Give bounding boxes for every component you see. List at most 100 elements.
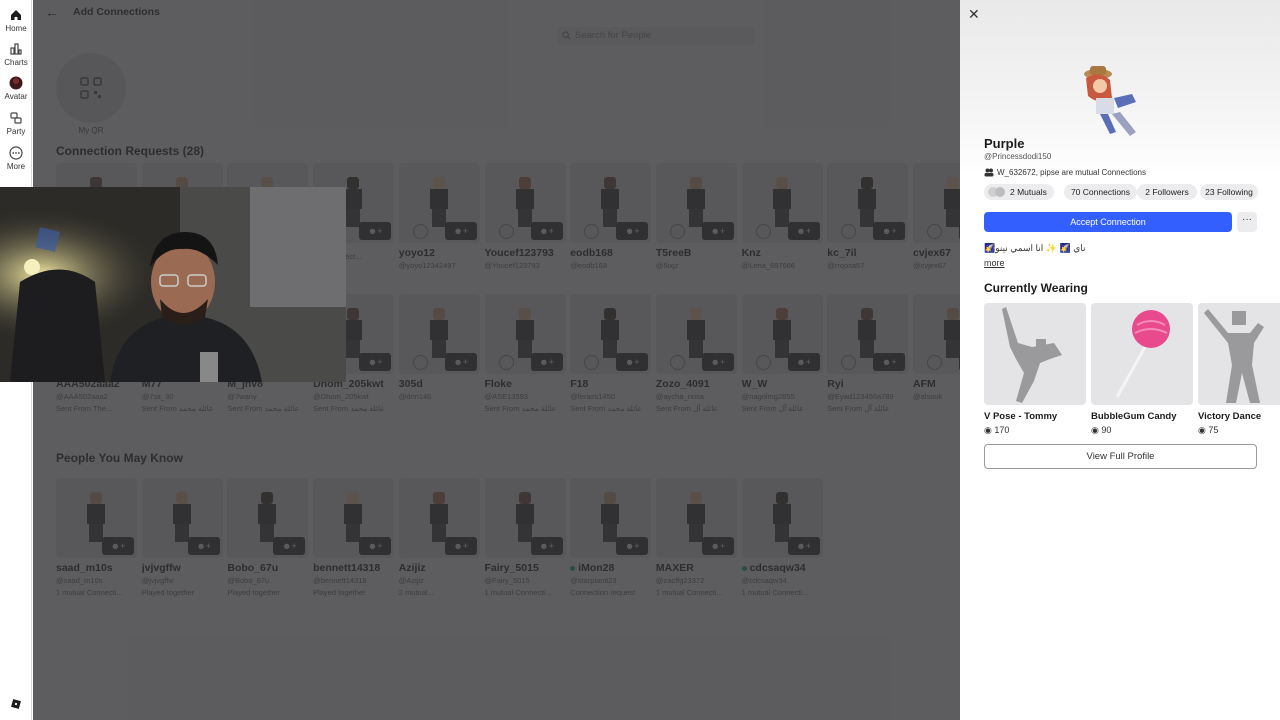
accept-connection-icon[interactable]: ☻+ xyxy=(444,222,477,240)
add-connection-icon[interactable]: ☻+ xyxy=(102,537,134,555)
nav-avatar[interactable]: Avatar xyxy=(0,76,32,101)
avatar-thumbnail[interactable]: ☻+ xyxy=(570,294,652,374)
connection-request-card[interactable]: ☻+ Zozo_4091 @aycha_nosa Sent From عائلة آل xyxy=(655,294,737,413)
accept-connection-icon[interactable]: ☻+ xyxy=(616,353,649,371)
more-options-button[interactable]: ··· xyxy=(1237,212,1257,232)
connections-pill[interactable]: 70 Connections xyxy=(1064,184,1137,200)
avatar-thumbnail[interactable]: ☻+ xyxy=(227,478,309,558)
suggestion-card[interactable]: ☻+ Azijiz @Azijiz 2 mutual... xyxy=(398,478,480,597)
avatar-thumbnail[interactable]: ☻+ xyxy=(741,478,823,558)
avatar-thumbnail[interactable]: ☻+ xyxy=(398,294,480,374)
avatar-thumbnail[interactable]: ☻+ xyxy=(484,163,566,243)
accept-connection-icon[interactable]: ☻+ xyxy=(701,353,734,371)
add-connection-icon[interactable]: ☻+ xyxy=(187,537,220,555)
avatar-thumbnail[interactable]: ☻+ xyxy=(827,294,909,374)
accept-connection-icon[interactable]: ☻+ xyxy=(359,353,392,371)
decline-button[interactable] xyxy=(412,224,428,239)
add-connection-icon[interactable]: ☻+ xyxy=(616,537,649,555)
suggestion-card[interactable]: ☻+ cdcsaqw34 @cdcsaqw34 1 mutual Connecti..… xyxy=(741,478,823,597)
close-icon[interactable]: ✕ xyxy=(968,6,980,23)
add-connection-icon[interactable]: ☻+ xyxy=(701,537,734,555)
bio-more-link[interactable]: more xyxy=(984,258,1005,268)
accept-connection-button[interactable]: Accept Connection xyxy=(984,212,1232,232)
avatar-thumbnail[interactable]: ☻+ xyxy=(313,478,395,558)
suggestion-card[interactable]: ☻+ jvjvgffw @jvjvgffw Played together xyxy=(141,478,223,597)
connection-request-card[interactable]: ☻+ AFM @alsouk xyxy=(913,294,960,404)
avatar-thumbnail[interactable]: ☻+ xyxy=(570,478,652,558)
decline-button[interactable] xyxy=(669,224,685,239)
avatar-thumbnail[interactable]: ☻+ xyxy=(913,163,960,243)
wearing-item[interactable]: BubbleGum Candy ◉ 90 xyxy=(1091,303,1193,436)
connection-request-card[interactable]: ☻+ yoyo12 @yoyo12342497 xyxy=(398,163,480,273)
decline-button[interactable] xyxy=(584,355,600,370)
followers-pill[interactable]: 2 Followers xyxy=(1137,184,1197,200)
accept-connection-icon[interactable]: ☻+ xyxy=(530,222,563,240)
nav-charts[interactable]: Charts xyxy=(0,42,32,67)
nav-home[interactable]: Home xyxy=(0,8,32,33)
suggestion-card[interactable]: ☻+ bennett14318 @bennett14318 Played togeth… xyxy=(313,478,395,597)
wearing-item[interactable]: V Pose - Tommy ◉ 170 xyxy=(984,303,1086,436)
decline-button[interactable] xyxy=(841,224,857,239)
avatar-thumbnail[interactable]: ☻+ xyxy=(484,294,566,374)
connection-request-card[interactable]: ☻+ Youcef123793 @Youcef123793 xyxy=(484,163,566,273)
avatar-thumbnail[interactable]: ☻+ xyxy=(913,294,960,374)
connection-request-card[interactable]: ☻+ F18 @ferass1450 Sent From عائلة محمد xyxy=(570,294,652,413)
decline-button[interactable] xyxy=(498,224,514,239)
add-connection-icon[interactable]: ☻+ xyxy=(444,537,477,555)
connection-request-card[interactable]: ☻+ 305d @dnn140 xyxy=(398,294,480,404)
accept-connection-icon[interactable]: ☻+ xyxy=(616,222,649,240)
search-input[interactable]: Search for People xyxy=(557,27,755,45)
avatar-thumbnail[interactable]: ☻+ xyxy=(655,163,737,243)
roblox-logo-icon[interactable] xyxy=(10,698,22,710)
mutuals-pill[interactable]: 2 Mutuals xyxy=(984,184,1054,200)
decline-button[interactable] xyxy=(755,355,771,370)
decline-button[interactable] xyxy=(927,224,942,239)
avatar-thumbnail[interactable]: ☻+ xyxy=(741,163,823,243)
accept-connection-icon[interactable]: ☻+ xyxy=(873,222,906,240)
following-pill[interactable]: 23 Following xyxy=(1200,184,1258,200)
connection-request-card[interactable]: ☻+ T5reeB @5ixjz xyxy=(655,163,737,273)
nav-more[interactable]: More xyxy=(0,146,32,171)
connection-request-card[interactable]: ☻+ W_W @nagolmg2855 Sent From عائلة آل xyxy=(741,294,823,413)
suggestion-card[interactable]: ☻+ iMon28 @starplanti23 Connection request xyxy=(570,478,652,597)
connection-request-card[interactable]: ☻+ kc_7il @rrqosa57 xyxy=(827,163,909,273)
connection-request-card[interactable]: ☻+ Ryi @Eyad123456a789 Sent From عائلة آل xyxy=(827,294,909,413)
accept-connection-icon[interactable]: ☻+ xyxy=(873,353,906,371)
decline-button[interactable] xyxy=(498,355,514,370)
wearing-item[interactable]: Victory Dance ◉ 75 xyxy=(1198,303,1280,436)
connection-request-card[interactable]: ☻+ eodb168 @eodb168 xyxy=(570,163,652,273)
my-qr-button[interactable]: My QR xyxy=(56,53,126,135)
accept-connection-icon[interactable]: ☻+ xyxy=(787,222,820,240)
decline-button[interactable] xyxy=(412,355,428,370)
avatar-thumbnail[interactable]: ☻+ xyxy=(570,163,652,243)
connection-request-card[interactable]: ☻+ cvjex67 @cvjex67 xyxy=(913,163,960,273)
nav-party[interactable]: Party xyxy=(0,111,32,136)
avatar-thumbnail[interactable]: ☻+ xyxy=(141,478,223,558)
accept-connection-icon[interactable]: ☻+ xyxy=(787,353,820,371)
view-full-profile-button[interactable]: View Full Profile xyxy=(984,444,1257,469)
accept-connection-icon[interactable]: ☻+ xyxy=(530,353,563,371)
avatar-thumbnail[interactable]: ☻+ xyxy=(484,478,566,558)
avatar-thumbnail[interactable]: ☻+ xyxy=(827,163,909,243)
avatar-thumbnail[interactable]: ☻+ xyxy=(56,478,137,558)
suggestion-card[interactable]: ☻+ saad_m10s @saad_m10s 1 mutual Connecti..… xyxy=(56,478,137,597)
avatar-thumbnail[interactable]: ☻+ xyxy=(655,478,737,558)
suggestion-card[interactable]: ☻+ Fairy_5015 @Fairy_5015 1 mutual Connecti… xyxy=(484,478,566,597)
suggestion-card[interactable]: ☻+ MAXER @zacffg23372 1 mutual Connecti... xyxy=(655,478,737,597)
decline-button[interactable] xyxy=(755,224,771,239)
add-connection-icon[interactable]: ☻+ xyxy=(530,537,563,555)
connection-request-card[interactable]: ☻+ Floke @ASE13593 Sent From عائلة محمد xyxy=(484,294,566,413)
back-arrow-icon[interactable]: ← xyxy=(45,4,59,20)
decline-button[interactable] xyxy=(841,355,857,370)
add-connection-icon[interactable]: ☻+ xyxy=(273,537,306,555)
decline-button[interactable] xyxy=(927,355,942,370)
avatar-thumbnail[interactable]: ☻+ xyxy=(398,163,480,243)
connection-request-card[interactable]: ☻+ Knz @Lena_697666 xyxy=(741,163,823,273)
accept-connection-icon[interactable]: ☻+ xyxy=(359,222,392,240)
accept-connection-icon[interactable]: ☻+ xyxy=(444,353,477,371)
avatar-thumbnail[interactable]: ☻+ xyxy=(655,294,737,374)
suggestion-card[interactable]: ☻+ Bobo_67u @Bobo_67u Played together xyxy=(227,478,309,597)
accept-connection-icon[interactable]: ☻+ xyxy=(701,222,734,240)
add-connection-icon[interactable]: ☻+ xyxy=(359,537,392,555)
decline-button[interactable] xyxy=(584,224,600,239)
